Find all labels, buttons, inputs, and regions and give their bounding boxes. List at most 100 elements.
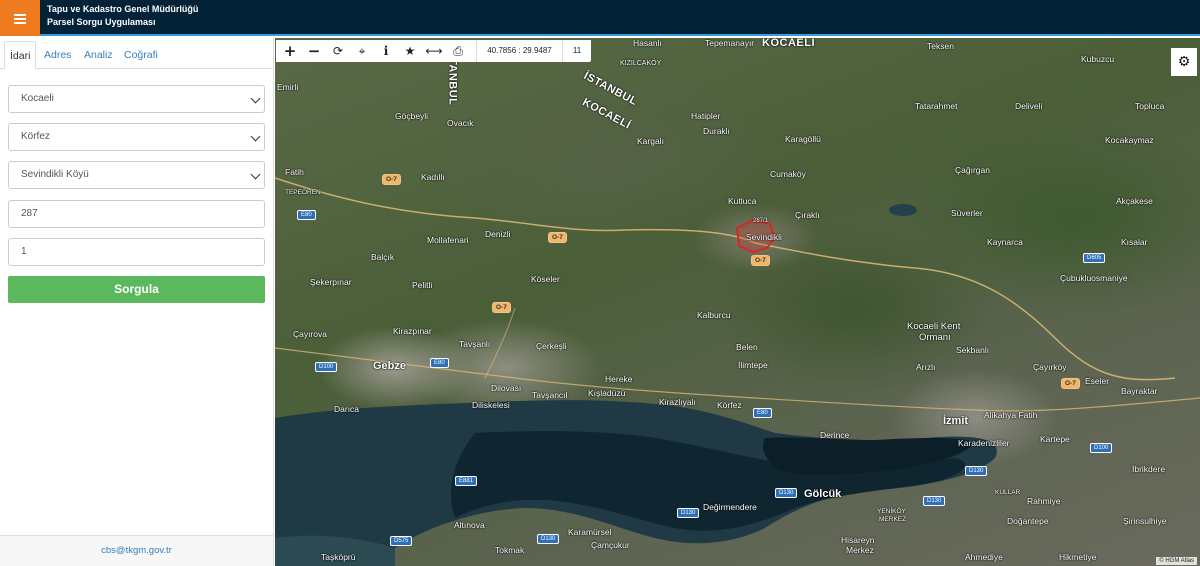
map-label: Kocakaymaz — [1105, 135, 1154, 145]
tab-bar: İdari Adres Analiz Coğrafi — [0, 41, 273, 69]
map-label: Hikmetiye — [1059, 552, 1097, 562]
map-label: Belen — [736, 342, 758, 352]
print-icon[interactable]: ⎙ — [446, 40, 470, 62]
map-label: Dilovası — [491, 383, 522, 393]
map-label: Sevindikli — [746, 232, 782, 242]
neighborhood-select[interactable]: Sevindikli Köyü — [8, 161, 265, 189]
tab-cografi[interactable]: Coğrafi — [124, 41, 158, 69]
zoom-out-icon[interactable]: − — [302, 40, 326, 62]
contact-email-link[interactable]: cbs@tkgm.gov.tr — [101, 545, 172, 556]
query-button[interactable]: Sorgula — [8, 276, 265, 303]
map-label: Körfez — [717, 400, 742, 410]
highway-badge: D130 — [677, 508, 700, 518]
map-label: Gebze — [373, 360, 407, 372]
map-view[interactable]: Hasanlı Tepemanayır KOCAELİ Teksen Kubuz… — [275, 38, 1200, 566]
map-label: Çıraklı — [795, 210, 820, 220]
highway-badge: D575 — [390, 536, 413, 546]
parcel-input[interactable]: 1 — [8, 238, 265, 266]
menu-button[interactable] — [0, 0, 40, 36]
road-badge: O-7 — [382, 174, 401, 185]
block-input[interactable]: 287 — [8, 200, 265, 228]
map-label: Köseler — [531, 274, 560, 284]
measure-icon[interactable]: ⟷ — [422, 40, 446, 62]
map-label: Şirinsulhiye — [1123, 516, 1167, 526]
map-label: Çayırova — [293, 329, 328, 339]
map-label: Kısalar — [1121, 237, 1148, 247]
map-label: Tavşancıl — [532, 390, 568, 400]
coordinate-readout: 40.7856 : 29.9487 — [476, 40, 562, 62]
map-label: Hatipler — [691, 111, 721, 121]
map-label: Şekerpınar — [310, 277, 352, 287]
highway-badge: E80 — [430, 358, 449, 368]
app-title: Tapu ve Kadastro Genel Müdürlüğü Parsel … — [47, 3, 198, 29]
map-label: Teksen — [927, 41, 954, 51]
map-label: Karamürsel — [568, 527, 612, 537]
tab-adres[interactable]: Adres — [44, 41, 71, 69]
map-label: Tavşanlı — [459, 339, 491, 349]
map-label: Çağırgan — [955, 165, 990, 175]
map-label: Kirazlıyalı — [659, 397, 696, 407]
map-label: MERKEZ — [879, 516, 907, 523]
road-badge: O-7 — [492, 302, 511, 313]
map-label: Derince — [820, 430, 850, 440]
map-attribution: © HGM Atlas — [1156, 557, 1197, 565]
map-label: Çerkeşli — [536, 341, 567, 351]
map-label: Kaynarca — [987, 237, 1023, 247]
tab-analiz[interactable]: Analiz — [84, 41, 113, 69]
road-badge: O-7 — [548, 232, 567, 243]
zoom-in-icon[interactable]: + — [278, 40, 302, 62]
info-icon[interactable]: i — [374, 40, 398, 62]
map-label: Akçakese — [1116, 196, 1153, 206]
locate-icon[interactable]: ⌖ — [350, 40, 374, 62]
map-label: Alikahya Fatih — [984, 410, 1038, 420]
map-label: Göçbeyli — [395, 111, 429, 121]
map-label: KIZILCAKÖY — [620, 60, 662, 67]
map-label: Karagöllü — [785, 134, 821, 144]
sidebar: İdari Adres Analiz Coğrafi Kocaeli Körfe… — [0, 38, 274, 566]
map-label: KOCAELİ — [762, 38, 815, 49]
map-label: İzmit — [943, 415, 969, 427]
star-icon[interactable]: ★ — [398, 40, 422, 62]
map-label: Taşköprü — [321, 552, 356, 562]
map-label: Tokmak — [495, 545, 525, 555]
highway-badge: D100 — [1090, 443, 1113, 453]
map-label: Kubuzcu — [1081, 54, 1115, 64]
map-label: Kartepe — [1040, 434, 1070, 444]
refresh-icon[interactable]: ⟳ — [326, 40, 350, 62]
map-label: Karadenizliler — [958, 438, 1010, 448]
map-label: Kargalı — [637, 136, 664, 146]
province-value: Kocaeli — [21, 93, 54, 104]
chevron-down-icon — [250, 131, 261, 142]
map-label: Hisareyn — [841, 535, 875, 545]
app-title-line2: Parsel Sorgu Uygulaması — [47, 17, 156, 27]
map-label: Kocaeli Kent — [907, 321, 961, 332]
highway-badge: D130 — [537, 534, 560, 544]
highway-badge: D130 — [965, 466, 988, 476]
map-label: Doğantepe — [1007, 516, 1049, 526]
map-label: Rahmiye — [1027, 496, 1061, 506]
map-label: Duraklı — [703, 126, 730, 136]
district-select[interactable]: Körfez — [8, 123, 265, 151]
map-label: Hasanlı — [633, 38, 662, 48]
map-label: Emirli — [277, 82, 299, 92]
map-label: KULLAR — [995, 489, 1021, 496]
map-label: Çamçukur — [591, 540, 630, 550]
map-label: Süverler — [951, 208, 983, 218]
map-label: Denizli — [485, 229, 511, 239]
road-badge: O-7 — [751, 255, 770, 266]
map-label: Sekbanlı — [956, 345, 990, 355]
app-title-line1: Tapu ve Kadastro Genel Müdürlüğü — [47, 4, 199, 14]
settings-button[interactable]: ⚙ — [1171, 48, 1197, 76]
chevron-down-icon — [250, 93, 261, 104]
province-select[interactable]: Kocaeli — [8, 85, 265, 113]
map-label: Altınova — [454, 520, 485, 530]
gear-icon: ⚙ — [1177, 54, 1191, 70]
map-label: İlimtepe — [738, 360, 768, 370]
highway-badge: D605 — [1083, 253, 1106, 263]
map-label: Diliskelesi — [472, 400, 510, 410]
tab-idari[interactable]: İdari — [4, 41, 37, 69]
map-label: Merkez — [846, 545, 874, 555]
map-label: TEPEÖREN — [285, 189, 321, 196]
map-label: YENİKÖY — [877, 508, 906, 515]
map-label: Darıca — [334, 404, 360, 414]
